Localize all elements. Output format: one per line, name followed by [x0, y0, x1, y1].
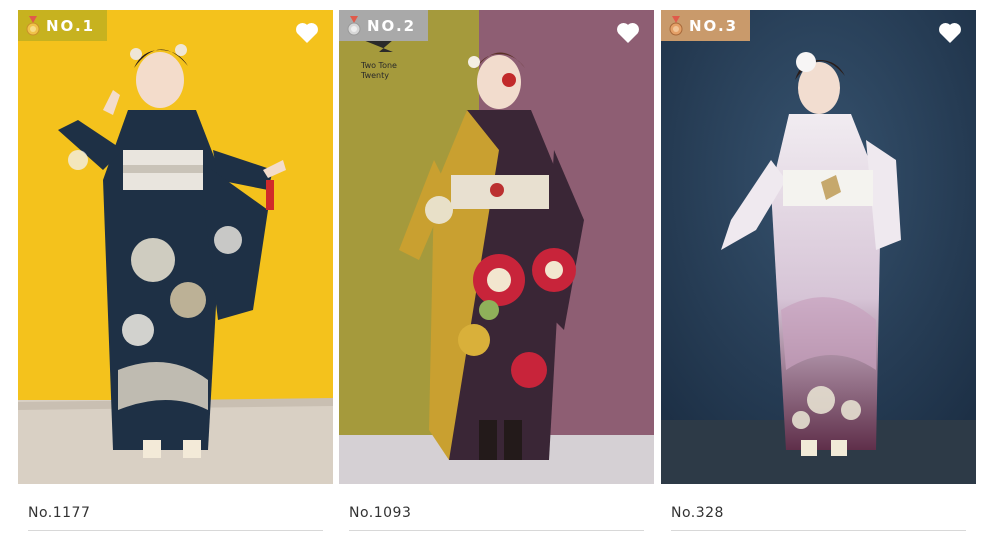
product-card[interactable]: NO.3 No.328	[661, 10, 976, 531]
rank-label: NO.1	[46, 16, 96, 35]
kimono-photo	[661, 10, 976, 484]
heart-outline-icon	[296, 23, 318, 43]
product-card[interactable]: Two Tone Twenty NO.2 No.1093	[339, 10, 654, 531]
product-number-link[interactable]: No.1177	[28, 504, 323, 531]
brand-line1: Two Tone	[360, 61, 397, 70]
rank-badge: NO.1	[18, 10, 108, 41]
heart-outline-icon	[939, 23, 961, 43]
product-ranking-grid: NO.1 No.1177 Two Tone Twenty NO.2 No.109…	[0, 0, 1004, 547]
product-number: No.1177	[28, 505, 91, 521]
product-number-link[interactable]: No.328	[671, 504, 966, 531]
silver-medal-icon	[347, 15, 361, 35]
rank-label: NO.2	[367, 16, 417, 35]
product-card[interactable]: NO.1 No.1177	[18, 10, 333, 531]
rank-label: NO.3	[689, 16, 739, 35]
product-number-link[interactable]: No.1093	[349, 504, 644, 531]
product-photo[interactable]: NO.3	[661, 10, 976, 484]
kimono-photo	[18, 10, 333, 484]
kimono-photo: Two Tone Twenty	[339, 10, 654, 484]
product-number: No.328	[671, 505, 724, 521]
product-photo[interactable]: NO.1	[18, 10, 333, 484]
product-number: No.1093	[349, 505, 412, 521]
rank-badge: NO.3	[661, 10, 751, 41]
bronze-medal-icon	[669, 15, 683, 35]
product-photo[interactable]: Two Tone Twenty NO.2	[339, 10, 654, 484]
gold-medal-icon	[26, 15, 40, 35]
favorite-button[interactable]	[616, 22, 640, 44]
favorite-button[interactable]	[295, 22, 319, 44]
rank-badge: NO.2	[339, 10, 429, 41]
favorite-button[interactable]	[938, 22, 962, 44]
brand-line2: Twenty	[360, 71, 389, 80]
heart-outline-icon	[617, 23, 639, 43]
